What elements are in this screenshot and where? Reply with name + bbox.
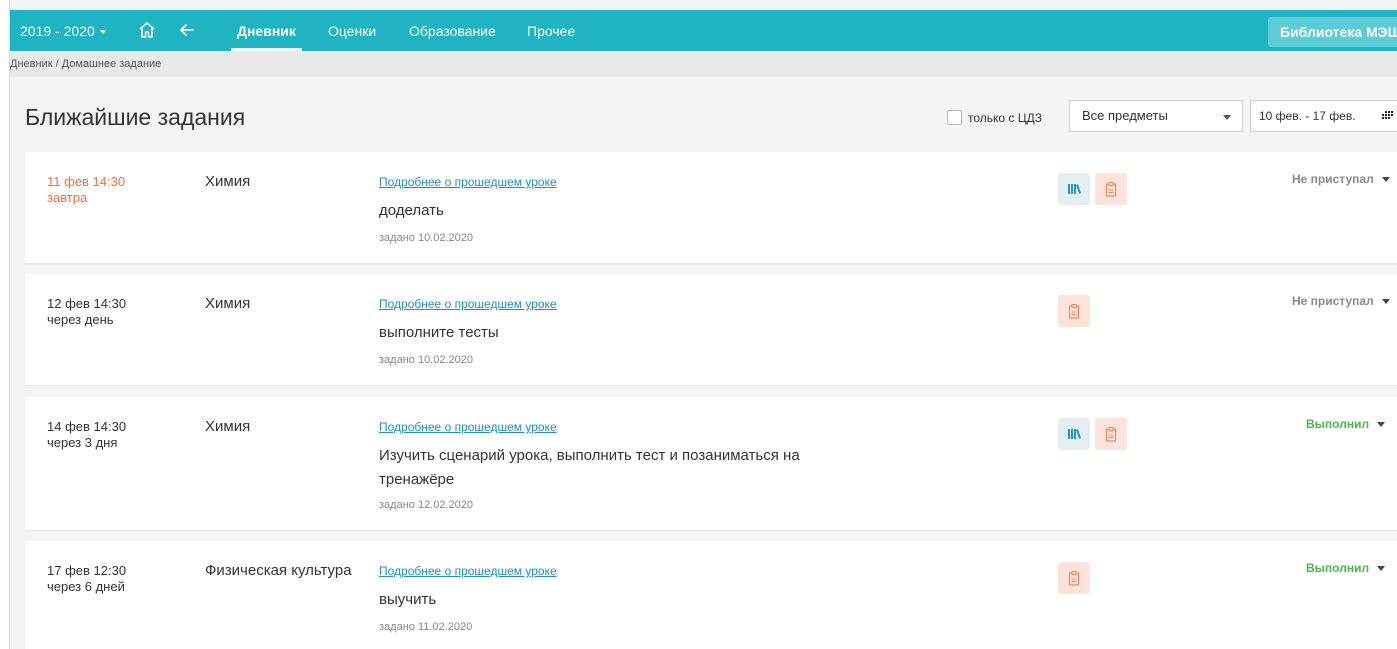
clipboard-icon[interactable] [1058,295,1090,327]
due-date-relative: через 6 дней [47,579,125,594]
school-year-label: 2019 - 2020 [20,23,95,39]
task-text: выучить [379,591,437,608]
school-year-selector[interactable]: 2019 - 2020 [20,10,106,51]
date-range-value: 10 фев. - 17 фев. [1259,109,1356,123]
due-date-relative: через 3 дня [47,435,118,450]
library-icon[interactable] [1058,173,1090,205]
due-date-time: 12 фев 14:30 [47,296,127,311]
due-date-time: 14 фев 14:30 [47,419,127,434]
cdz-only-label: только с ЦДЗ [968,111,1043,125]
app: 2019 - 2020 Дневник Оценки Образование П… [10,0,1397,649]
due-date-time: 11 фев 14:30 [47,174,126,189]
assigned-date: задано 12.02.2020 [379,499,473,511]
assignment-card: 12 фев 14:30 через день Химия Подробнее … [25,274,1397,385]
status-dropdown[interactable]: Не приступал [1292,294,1390,308]
due-date-time: 17 фев 12:30 [47,563,127,578]
status-label: Выполнил [1306,561,1370,575]
breadcrumb: Дневник / Домашнее задание [10,58,162,70]
status-dropdown[interactable]: Выполнил [1306,417,1386,431]
nav-grades[interactable]: Оценки [328,10,376,51]
due-date-relative: через день [47,312,114,327]
nav-diary[interactable]: Дневник [231,10,302,51]
top-navigation-bar: 2019 - 2020 Дневник Оценки Образование П… [10,10,1397,51]
lesson-details-link[interactable]: Подробнее о прошедшем уроке [379,564,557,578]
page-title: Ближайшие задания [25,104,246,130]
library-button[interactable]: Библиотека МЭШ [1268,17,1397,47]
back-arrow-icon[interactable] [177,20,197,40]
caret-down-icon [1223,115,1231,120]
status-label: Выполнил [1306,417,1370,431]
caret-down-icon [1381,299,1390,304]
checkbox-box[interactable] [947,110,962,125]
assigned-date: задано 11.02.2020 [379,621,473,633]
assigned-date: задано 10.02.2020 [379,232,473,244]
status-label: Не приступал [1292,172,1374,186]
status-dropdown[interactable]: Выполнил [1306,561,1386,575]
status-dropdown[interactable]: Не приступал [1292,172,1390,186]
clipboard-icon[interactable] [1095,418,1127,450]
clipboard-icon[interactable] [1095,173,1127,205]
left-edge-divider [0,0,10,649]
assignment-card: 14 фев 14:30 через 3 дня Химия Подробнее… [25,397,1397,530]
due-date: 17 фев 12:30 через 6 дней [47,563,126,595]
caret-down-icon [1377,422,1386,427]
subject-name: Химия [205,295,251,312]
caret-down-icon [99,30,106,35]
nav-education[interactable]: Образование [409,10,496,51]
due-date: 11 фев 14:30 завтра [47,174,125,206]
task-text: доделать [379,202,444,219]
calendar-grid-icon[interactable] [1382,111,1393,120]
due-date-relative: завтра [47,190,88,205]
clipboard-icon[interactable] [1058,562,1090,594]
status-label: Не приступал [1292,294,1374,308]
caret-down-icon [1381,177,1390,182]
subject-name: Химия [205,173,251,190]
cdz-only-checkbox[interactable]: только с ЦДЗ [947,110,1042,125]
assignment-card: 17 фев 12:30 через 6 дней Физическая кул… [25,541,1397,649]
subject-name: Физическая культура [205,562,352,579]
task-text: Изучить сценарий урока, выполнить тест и… [379,447,800,488]
subject-select[interactable]: Все предметы [1069,100,1243,132]
caret-down-icon [1377,566,1386,571]
lesson-details-link[interactable]: Подробнее о прошедшем уроке [379,297,557,311]
nav-other[interactable]: Прочее [527,10,575,51]
subject-select-value: Все предметы [1082,108,1168,123]
assigned-date: задано 10.02.2020 [379,354,473,366]
home-icon[interactable] [137,20,157,40]
lesson-details-link[interactable]: Подробнее о прошедшем уроке [379,420,557,434]
subject-name: Химия [205,418,251,435]
library-icon[interactable] [1058,418,1090,450]
task-text: выполните тесты [379,324,499,341]
due-date: 12 фев 14:30 через день [47,296,126,328]
lesson-details-link[interactable]: Подробнее о прошедшем уроке [379,175,557,189]
date-range-picker[interactable]: 10 фев. - 17 фев. [1250,100,1397,132]
due-date: 14 фев 14:30 через 3 дня [47,419,126,451]
breadcrumb-bar: Дневник / Домашнее задание [10,51,1397,77]
assignment-card: 11 фев 14:30 завтра Химия Подробнее о пр… [25,152,1397,263]
